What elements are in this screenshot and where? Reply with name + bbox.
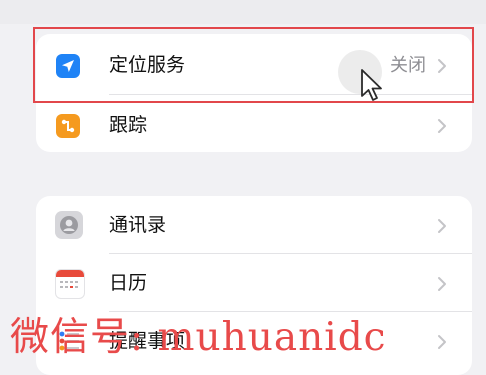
contacts-icon <box>55 211 83 239</box>
watermark-text: 微信号: muhuanidc <box>10 315 387 360</box>
chevron-right-icon <box>438 335 446 349</box>
chevron-right-icon <box>438 119 446 133</box>
calendar-icon <box>55 269 85 299</box>
chevron-right-icon <box>438 219 446 233</box>
tracking-icon <box>56 114 80 138</box>
row-calendar[interactable]: 日历 <box>36 254 472 312</box>
row-contacts[interactable]: 通讯录 <box>36 196 472 254</box>
chevron-right-icon <box>438 277 446 291</box>
mouse-cursor-icon <box>361 69 382 101</box>
row-tracking[interactable]: 跟踪 <box>36 96 472 152</box>
row-label: 通讯录 <box>109 214 167 236</box>
row-label: 跟踪 <box>109 114 148 136</box>
row-label: 日历 <box>109 272 148 294</box>
highlight-box <box>33 27 474 103</box>
top-strip <box>0 0 486 24</box>
